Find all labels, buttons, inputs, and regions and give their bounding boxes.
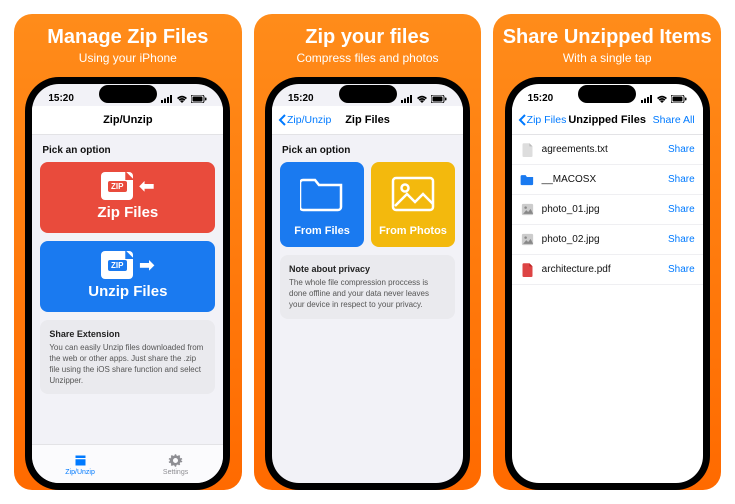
tab-zip[interactable]: Zip/Unzip [32,445,128,483]
share-button[interactable]: Share [668,144,695,155]
subhead: Using your iPhone [79,51,177,65]
info-body: The whole file compression proccess is d… [289,278,446,310]
content-area: Pick an option From Files From Photos No… [272,135,463,483]
gear-icon [168,453,183,468]
signal-icon [161,95,173,103]
dynamic-island [578,85,636,103]
arrow-left-icon: ⬅ [139,176,154,197]
file-row[interactable]: photo_02.jpg Share [512,225,703,255]
status-time: 15:20 [528,93,554,104]
share-button[interactable]: Share [668,264,695,275]
status-time: 15:20 [48,93,74,104]
file-name: agreements.txt [542,144,661,155]
wifi-icon [176,95,188,103]
info-body: You can easily Unzip files downloaded fr… [49,343,206,386]
info-box: Share Extension You can easily Unzip fil… [40,320,215,394]
phone-frame: 15:20 Zip Files Unzipped Files Share All… [505,77,710,490]
card-title: From Photos [375,225,451,237]
info-title: Note about privacy [289,263,446,275]
zip-file-icon: ZIP [101,251,133,279]
file-name: photo_02.jpg [542,234,661,245]
info-title: Share Extension [49,328,206,340]
nav-title: Zip Files [345,114,390,126]
section-heading: Pick an option [282,145,453,156]
nav-bar: Zip/Unzip [32,106,223,135]
folder-icon [300,176,344,212]
file-type-icon [520,202,535,217]
dynamic-island [339,85,397,103]
file-row[interactable]: photo_01.jpg Share [512,195,703,225]
archive-icon [73,453,88,468]
subhead: Compress files and photos [296,51,438,65]
nav-bar: Zip/Unzip Zip Files [272,106,463,135]
battery-icon [431,95,447,103]
card-title: From Files [284,225,360,237]
back-button[interactable]: Zip/Unzip [278,114,331,126]
promo-panel-1: Manage Zip Files Using your iPhone 15:20… [14,14,242,490]
file-list: agreements.txtShare__MACOSXSharephoto_01… [512,135,703,285]
share-button[interactable]: Share [668,234,695,245]
wifi-icon [416,95,428,103]
chevron-left-icon [518,114,526,126]
file-type-icon [520,142,535,157]
zip-files-card[interactable]: ZIP ⬅ Zip Files [40,162,215,233]
file-row[interactable]: architecture.pdf Share [512,255,703,285]
file-name: architecture.pdf [542,264,661,275]
signal-icon [641,95,653,103]
nav-title: Zip/Unzip [103,114,153,126]
chevron-left-icon [278,114,286,126]
photo-icon [391,176,435,212]
wifi-icon [656,95,668,103]
phone-frame: 15:20 Zip/Unzip Zip Files Pick an option [265,77,470,490]
headline: Manage Zip Files [47,26,208,49]
file-type-icon [520,232,535,247]
status-time: 15:20 [288,93,314,104]
share-button[interactable]: Share [668,204,695,215]
battery-icon [671,95,687,103]
file-name: photo_01.jpg [542,204,661,215]
from-files-card[interactable]: From Files [280,162,364,247]
share-all-button[interactable]: Share All [653,114,695,126]
file-type-icon [520,172,535,187]
unzip-files-card[interactable]: ZIP ➡ Unzip Files [40,241,215,312]
section-heading: Pick an option [42,145,213,156]
dynamic-island [99,85,157,103]
zip-card-title: Zip Files [46,204,209,221]
content-area: agreements.txtShare__MACOSXSharephoto_01… [512,135,703,483]
tab-label: Zip/Unzip [65,469,95,476]
status-icons [401,95,447,103]
tab-label: Settings [163,469,188,476]
tab-bar: Zip/Unzip Settings [32,444,223,483]
battery-icon [191,95,207,103]
promo-panel-3: Share Unzipped Items With a single tap 1… [493,14,721,490]
file-row[interactable]: agreements.txt Share [512,135,703,165]
headline: Share Unzipped Items [503,26,712,49]
file-row[interactable]: __MACOSX Share [512,165,703,195]
content-area: Pick an option ZIP ⬅ Zip Files ZIP ➡ Unz… [32,135,223,444]
from-photos-card[interactable]: From Photos [371,162,455,247]
share-button[interactable]: Share [668,174,695,185]
screen: 15:20 Zip/Unzip Zip Files Pick an option [272,84,463,483]
info-box: Note about privacy The whole file compre… [280,255,455,319]
phone-frame: 15:20 Zip/Unzip Pick an option ZIP ⬅ Zi [25,77,230,490]
arrow-right-icon: ➡ [139,255,154,276]
file-name: __MACOSX [542,174,661,185]
screen: 15:20 Zip Files Unzipped Files Share All… [512,84,703,483]
screen: 15:20 Zip/Unzip Pick an option ZIP ⬅ Zi [32,84,223,483]
back-button[interactable]: Zip Files [518,114,567,126]
back-label: Zip Files [527,114,567,126]
promo-panel-2: Zip your files Compress files and photos… [254,14,482,490]
status-icons [161,95,207,103]
zip-file-icon: ZIP [101,172,133,200]
file-type-icon [520,262,535,277]
unzip-card-title: Unzip Files [46,283,209,300]
nav-bar: Zip Files Unzipped Files Share All [512,106,703,135]
headline: Zip your files [305,26,429,49]
status-icons [641,95,687,103]
nav-title: Unzipped Files [568,114,646,126]
subhead: With a single tap [563,51,652,65]
signal-icon [401,95,413,103]
back-label: Zip/Unzip [287,114,331,126]
tab-settings[interactable]: Settings [128,445,224,483]
